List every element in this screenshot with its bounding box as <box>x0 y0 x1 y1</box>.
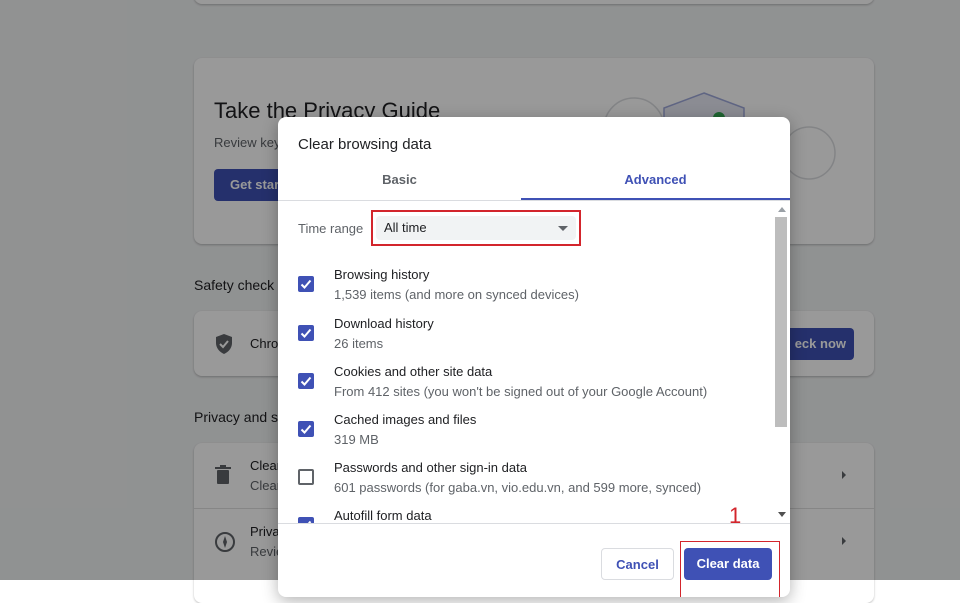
item-subtitle: From 412 sites (you won't be signed out … <box>334 384 708 399</box>
tab-basic[interactable]: Basic <box>278 161 521 200</box>
checkmark-icon <box>300 424 312 434</box>
dialog-tabs: Basic Advanced <box>278 161 790 200</box>
cancel-button[interactable]: Cancel <box>601 548 674 580</box>
item-subtitle: 1,539 items (and more on synced devices) <box>334 287 579 302</box>
list-item-cached-images: Cached images and files 319 MB <box>278 412 774 460</box>
item-title: Browsing history <box>334 267 430 282</box>
checkbox[interactable] <box>298 325 314 341</box>
list-item-download-history: Download history 26 items <box>278 316 774 364</box>
time-range-label: Time range <box>298 221 364 236</box>
checkmark-icon <box>300 279 312 289</box>
checkmark-icon <box>300 376 312 386</box>
dropdown-caret-icon <box>558 226 568 231</box>
time-range-highlight: All time <box>371 210 581 246</box>
checkbox[interactable] <box>298 276 314 292</box>
scroll-down-arrow-icon[interactable] <box>778 512 786 517</box>
checkbox[interactable] <box>298 469 314 485</box>
checkmark-icon <box>300 328 312 338</box>
tab-advanced-label: Advanced <box>624 172 687 187</box>
item-title: Passwords and other sign-in data <box>334 460 527 475</box>
footer-divider <box>278 523 790 524</box>
step-annotation: 1 <box>729 503 742 528</box>
list-item-autofill: Autofill form data <box>278 508 774 523</box>
item-title: Download history <box>334 316 434 331</box>
item-subtitle: 26 items <box>334 336 384 351</box>
time-range-select[interactable]: All time <box>376 216 576 240</box>
list-item-passwords: Passwords and other sign-in data 601 pas… <box>278 460 774 508</box>
clear-data-highlight <box>680 541 780 597</box>
dialog-content: Time range All time Browsing history 1,5… <box>278 201 774 523</box>
checkbox[interactable] <box>298 421 314 437</box>
item-title: Autofill form data <box>334 508 432 523</box>
scroll-thumb[interactable] <box>775 217 787 427</box>
item-subtitle: 601 passwords (for gaba.vn, vio.edu.vn, … <box>334 480 702 495</box>
list-item-browsing-history: Browsing history 1,539 items (and more o… <box>278 267 774 315</box>
item-subtitle: 319 MB <box>334 432 379 447</box>
item-title: Cookies and other site data <box>334 364 493 379</box>
scrollbar[interactable] <box>774 201 790 523</box>
clear-browsing-data-dialog: Clear browsing data Basic Advanced Time … <box>278 117 790 597</box>
item-title: Cached images and files <box>334 412 477 427</box>
time-range-value: All time <box>384 220 427 235</box>
list-item-cookies: Cookies and other site data From 412 sit… <box>278 364 774 412</box>
dialog-title: Clear browsing data <box>298 136 432 153</box>
tab-advanced[interactable]: Advanced <box>521 161 790 200</box>
checkbox[interactable] <box>298 373 314 389</box>
scroll-up-arrow-icon[interactable] <box>778 207 786 212</box>
